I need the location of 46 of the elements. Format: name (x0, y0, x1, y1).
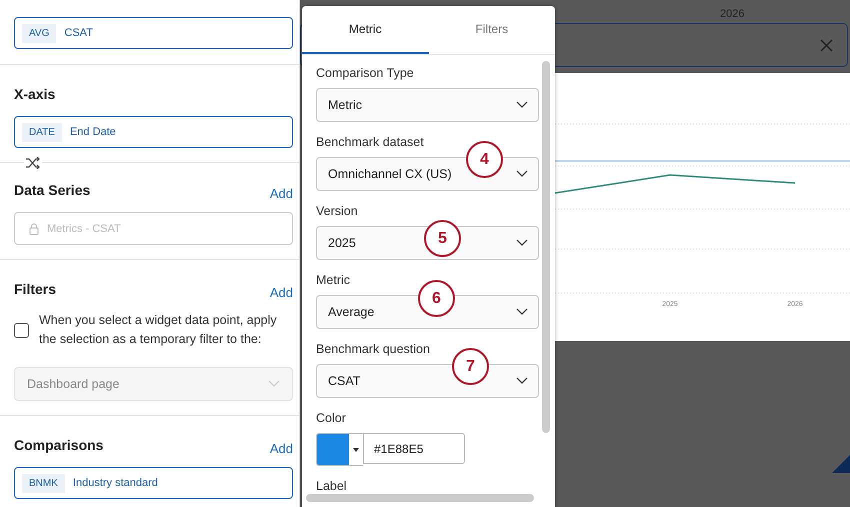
field-label: Metric (316, 273, 350, 287)
add-link[interactable]: Add (270, 441, 293, 456)
field-label: Label (316, 479, 347, 493)
shuffle-icon[interactable] (24, 157, 42, 169)
step-marker: 4 (466, 141, 503, 178)
add-link[interactable]: Add (270, 285, 293, 300)
tag-label: AVG (22, 24, 56, 42)
comparison-pill[interactable]: BNMK Industry standard (14, 467, 293, 499)
chevron-down-icon (516, 308, 528, 316)
chevron-down-icon (516, 170, 528, 178)
step-marker: 6 (418, 280, 455, 317)
field-label: Comparison Type (316, 66, 414, 80)
checkbox[interactable] (14, 322, 29, 338)
x-axis-pill[interactable]: DATE End Date (14, 116, 293, 148)
corner-triangle-icon (832, 455, 850, 473)
scrollbar[interactable] (542, 61, 550, 433)
step-marker: 7 (452, 348, 489, 385)
color-picker[interactable] (316, 433, 363, 466)
section-heading: X-axis (14, 86, 56, 102)
field-label: Color (316, 411, 346, 425)
add-link[interactable]: Add (270, 186, 293, 201)
field-label: Version (316, 204, 358, 218)
section-heading: Filters (14, 281, 56, 297)
lock-icon (29, 222, 39, 234)
hex-input[interactable]: #1E88E5 (363, 433, 465, 464)
chevron-down-icon (268, 380, 280, 388)
metric-pill[interactable]: AVG CSAT (14, 17, 293, 49)
scrollbar[interactable] (306, 494, 534, 502)
field-label: Benchmark question (316, 342, 430, 356)
year-label: 2026 (720, 8, 744, 20)
tag-label: BNMK (22, 474, 65, 492)
pill-label: End Date (70, 126, 116, 138)
pill-label: CSAT (64, 27, 93, 39)
caret-icon (353, 448, 359, 452)
section-heading: Comparisons (14, 437, 104, 453)
section-heading: Data Series (14, 182, 90, 198)
tag-label: DATE (22, 122, 62, 142)
close-icon[interactable] (820, 38, 833, 52)
tab[interactable]: Metric (302, 6, 428, 54)
dropdown[interactable]: Metric (316, 88, 539, 122)
checkbox-label: When you select a widget data point, apply the selection as a temporary filter to the: (39, 312, 278, 348)
pill-label: Industry standard (72, 477, 158, 489)
field-label: Benchmark dataset (316, 135, 424, 149)
tab[interactable]: Filters (428, 6, 555, 54)
chevron-down-icon (516, 377, 528, 385)
chevron-down-icon (516, 101, 528, 109)
